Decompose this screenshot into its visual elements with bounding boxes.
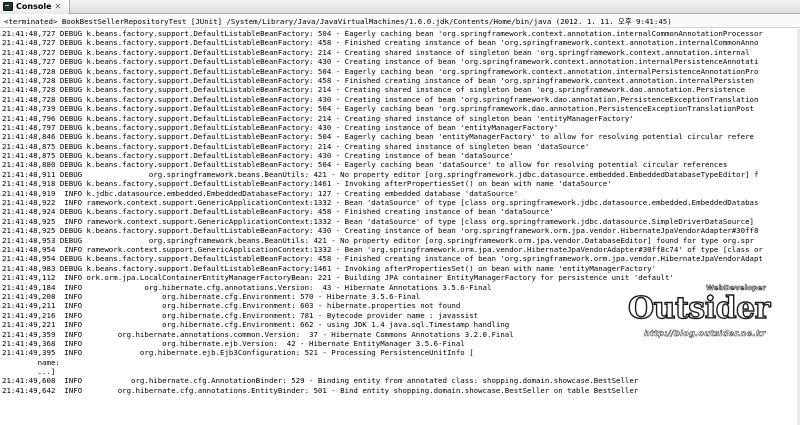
console-line: 21:41:48,983 DEBUG k.beans.factory.suppo… <box>2 263 657 273</box>
console-line: 21:41:48,880 DEBUG k.beans.factory.suppo… <box>2 160 728 170</box>
console-line: name: <box>2 357 65 367</box>
console-line: 21:41:48,953 DEBUG org.springframework.b… <box>2 235 754 245</box>
console-line: 21:41:48,728 DEBUG k.beans.factory.suppo… <box>2 94 759 104</box>
console-line: 21:41:48,727 DEBUG k.beans.factory.suppo… <box>2 29 763 38</box>
console-line: 21:41:48,727 DEBUG k.beans.factory.suppo… <box>2 47 750 57</box>
console-line: 21:41:48,728 DEBUG k.beans.factory.suppo… <box>2 75 754 85</box>
console-line: 21:41:48,875 DEBUG k.beans.factory.suppo… <box>2 151 514 161</box>
blog-watermark: WebDeveloper Outsider http://blog.outsid… <box>627 281 778 347</box>
console-line: 21:41:49,395 INFO org.hibernate.ejb.Ejb3… <box>2 348 474 358</box>
console-line: 21:41:48,925 DEBUG k.beans.factory.suppo… <box>2 226 759 236</box>
console-line: 21:41:48,954 DEBUG k.beans.factory.suppo… <box>2 254 763 264</box>
console-line: 21:41:48,727 DEBUG k.beans.factory.suppo… <box>2 38 759 48</box>
console-line: 21:41:48,846 DEBUG k.beans.factory.suppo… <box>2 132 754 142</box>
console-line: 21:41:48,919 INFO k.jdbc.datasource.embe… <box>2 188 519 198</box>
view-titlebar: Console ✕ <box>0 0 800 14</box>
console-line: 21:41:48,797 DEBUG k.beans.factory.suppo… <box>2 122 559 132</box>
console-output[interactable]: 21:41:48,727 DEBUG k.beans.factory.suppo… <box>0 29 797 425</box>
console-line: 21:41:48,739 DEBUG k.beans.factory.suppo… <box>2 104 754 114</box>
launch-status: <terminated> BookBestSellerRepositoryTes… <box>0 15 800 28</box>
console-line: 21:41:48,924 DEBUG k.beans.factory.suppo… <box>2 207 554 217</box>
console-line: 21:41:48,911 DEBUG org.springframework.b… <box>2 169 759 179</box>
watermark-logo: Outsider <box>627 290 771 326</box>
watermark-url: http://blog.outsider.ne.kr <box>644 329 766 339</box>
console-line: 21:41:48,918 DEBUG k.beans.factory.suppo… <box>2 179 612 189</box>
console-line: 21:41:48,727 DEBUG k.beans.factory.suppo… <box>2 57 759 67</box>
console-line: ...] <box>2 367 56 377</box>
console-line: 21:41:48,925 INFO ramework.context.suppo… <box>2 216 759 226</box>
tab-console[interactable]: Console ✕ <box>0 0 71 14</box>
console-line: 21:41:48,728 DEBUG k.beans.factory.suppo… <box>2 66 759 76</box>
console-line: 21:41:48,796 DEBUG k.beans.factory.suppo… <box>2 113 634 123</box>
console-icon <box>3 2 13 11</box>
console-line: 21:41:48,875 DEBUG k.beans.factory.suppo… <box>2 141 590 151</box>
console-line: 21:41:48,922 INFO ramework.context.suppo… <box>2 198 759 208</box>
close-icon[interactable]: ✕ <box>55 2 62 11</box>
console-line: 21:41:48,954 INFO ramework.context.suppo… <box>2 244 763 254</box>
tab-console-label: Console <box>16 2 52 11</box>
console-line: 21:41:49,608 INFO org.hibernate.cfg.Anno… <box>2 376 639 386</box>
console-line: 21:41:48,728 DEBUG k.beans.factory.suppo… <box>2 85 746 95</box>
console-line: 21:41:49,642 INFO org.hibernate.cfg.anno… <box>2 385 639 395</box>
